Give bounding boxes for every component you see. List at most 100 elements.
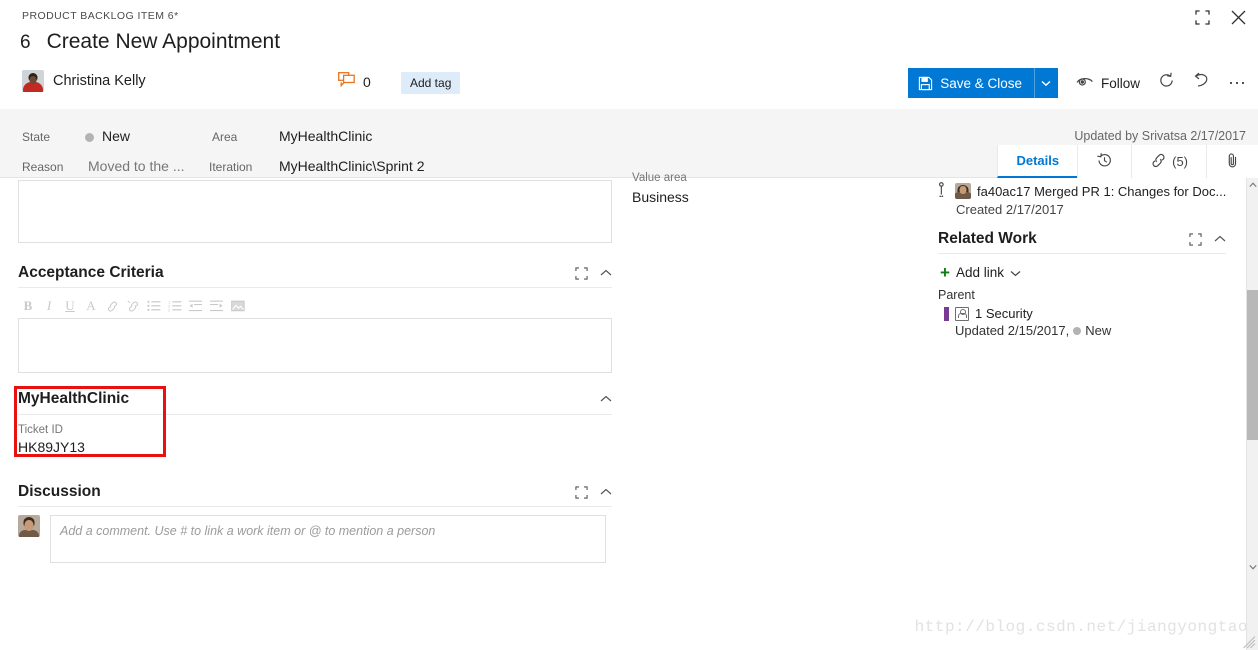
follow-button[interactable]: Follow: [1076, 75, 1140, 91]
work-item-header: PRODUCT BACKLOG ITEM 6* 6 Create New App…: [0, 0, 1258, 109]
tab-attachments[interactable]: [1206, 145, 1258, 178]
watermark-text: http://blog.csdn.net/jiangyongtao: [914, 618, 1248, 636]
work-item-title[interactable]: Create New Appointment: [47, 30, 280, 54]
value-area-label: Value area: [632, 172, 687, 184]
discussion-count-value: 0: [363, 74, 371, 90]
acceptance-criteria-title: Acceptance Criteria: [18, 264, 164, 281]
tab-history[interactable]: [1077, 145, 1132, 178]
reason-label: Reason: [22, 160, 64, 174]
expand-icon[interactable]: [575, 266, 588, 280]
link-icon: [1150, 153, 1167, 171]
undo-icon: [1193, 72, 1210, 94]
chevron-up-icon[interactable]: [600, 269, 612, 277]
window-controls: [1190, 6, 1250, 28]
comment-input[interactable]: Add a comment. Use # to link a work item…: [50, 515, 606, 563]
development-link-item[interactable]: fa40ac17 Merged PR 1: Changes for Doc...…: [938, 182, 1233, 217]
work-item-form-window: PRODUCT BACKLOG ITEM 6* 6 Create New App…: [0, 0, 1258, 650]
italic-icon[interactable]: I: [39, 296, 59, 316]
state-dot-icon: [85, 132, 94, 142]
custom-group-header: MyHealthClinic: [18, 390, 612, 415]
iteration-value[interactable]: MyHealthClinic\Sprint 2: [279, 158, 425, 174]
value-area-value[interactable]: Business: [632, 189, 689, 205]
more-actions-button[interactable]: ⋯: [1228, 74, 1248, 92]
add-link-label: Add link: [955, 265, 1004, 280]
outdent-icon[interactable]: [186, 296, 206, 316]
discussion-title: Discussion: [18, 483, 101, 500]
avatar: [955, 183, 971, 199]
bold-icon[interactable]: B: [18, 296, 38, 316]
link-icon[interactable]: [102, 296, 122, 316]
custom-group-myhealthclinic: MyHealthClinic Ticket ID HK89JY13: [18, 390, 612, 455]
tab-details-label: Details: [1016, 153, 1060, 168]
insert-image-icon[interactable]: [228, 296, 248, 316]
ticket-id-value[interactable]: HK89JY13: [18, 439, 612, 455]
area-value[interactable]: MyHealthClinic: [279, 128, 372, 144]
pull-request-icon: [938, 182, 949, 200]
maximize-icon[interactable]: [1190, 6, 1214, 28]
discussion-icon: [338, 72, 355, 92]
chevron-up-icon[interactable]: [600, 395, 612, 403]
iteration-label: Iteration: [209, 160, 253, 174]
related-work-header: Related Work: [938, 230, 1226, 254]
numbered-list-icon[interactable]: 1 2 3: [165, 296, 185, 316]
work-item-id: 6: [20, 32, 31, 53]
avatar: [22, 70, 44, 92]
chevron-up-icon[interactable]: [1214, 235, 1226, 243]
chevron-down-icon: [1041, 74, 1051, 92]
work-item-icon: [955, 306, 969, 321]
save-icon: [918, 76, 933, 91]
scrollbar-thumb[interactable]: [1247, 290, 1258, 440]
related-work-item-state: New: [1085, 323, 1112, 338]
indent-icon[interactable]: [207, 296, 227, 316]
reason-value[interactable]: Moved to the ...: [88, 158, 185, 174]
work-item-title-row: 6 Create New Appointment: [20, 30, 280, 54]
assigned-to-name: Christina Kelly: [53, 73, 146, 89]
development-link-text: fa40ac17 Merged PR 1: Changes for Doc...: [977, 183, 1227, 199]
custom-group-title: MyHealthClinic: [18, 390, 130, 407]
acceptance-criteria-editor[interactable]: [18, 318, 612, 373]
state-value[interactable]: New: [85, 128, 130, 144]
description-field[interactable]: [18, 180, 612, 243]
add-tag-button[interactable]: Add tag: [401, 72, 461, 94]
follow-label: Follow: [1100, 75, 1140, 91]
acceptance-criteria-header: Acceptance Criteria: [18, 264, 612, 288]
avatar: [18, 515, 40, 537]
chevron-up-icon[interactable]: [600, 488, 612, 496]
discussion-count[interactable]: 0: [338, 72, 371, 92]
state-label: State: [22, 130, 51, 144]
unlink-icon[interactable]: [123, 296, 143, 316]
scroll-up-button[interactable]: [1247, 178, 1258, 192]
refresh-icon: [1158, 72, 1175, 94]
save-and-close-button[interactable]: Save & Close: [908, 68, 1034, 98]
attachment-icon: [1225, 152, 1240, 172]
tab-details[interactable]: Details: [997, 145, 1078, 178]
tab-links-count: (5): [1172, 154, 1188, 169]
expand-icon[interactable]: [575, 485, 588, 499]
comment-placeholder: Add a comment. Use # to link a work item…: [60, 524, 436, 538]
related-work-title: Related Work: [938, 230, 1037, 247]
details-tab-strip: Details (5): [997, 145, 1258, 178]
undo-button[interactable]: [1193, 72, 1210, 94]
close-icon[interactable]: [1226, 6, 1250, 28]
clear-format-icon[interactable]: A: [81, 296, 101, 316]
related-work-item-title: 1 Security: [975, 306, 1033, 321]
discussion-header: Discussion: [18, 483, 612, 507]
state-value-text: New: [102, 128, 131, 144]
work-item-type-label: PRODUCT BACKLOG ITEM 6*: [22, 10, 179, 22]
vertical-scrollbar[interactable]: [1246, 178, 1258, 650]
assigned-to-row[interactable]: Christina Kelly: [22, 70, 146, 92]
scroll-down-button[interactable]: [1247, 560, 1258, 574]
related-work-item-updated: Updated 2/15/2017,: [955, 323, 1070, 338]
updated-by-label: Updated by Srivatsa 2/17/2017: [1074, 129, 1246, 143]
underline-icon[interactable]: U: [60, 296, 80, 316]
expand-icon[interactable]: [1189, 232, 1202, 246]
resize-grip[interactable]: [1242, 635, 1256, 649]
save-dropdown-button[interactable]: [1033, 68, 1058, 98]
refresh-button[interactable]: [1158, 72, 1175, 94]
add-link-button[interactable]: + Add link: [940, 264, 1021, 281]
area-label: Area: [212, 130, 238, 144]
tab-links[interactable]: (5): [1131, 145, 1206, 178]
bullet-list-icon[interactable]: [144, 296, 164, 316]
command-bar: Save & Close Follow ⋯: [908, 68, 1248, 98]
related-work-item[interactable]: 1 Security Updated 2/15/2017, New: [944, 306, 1111, 338]
